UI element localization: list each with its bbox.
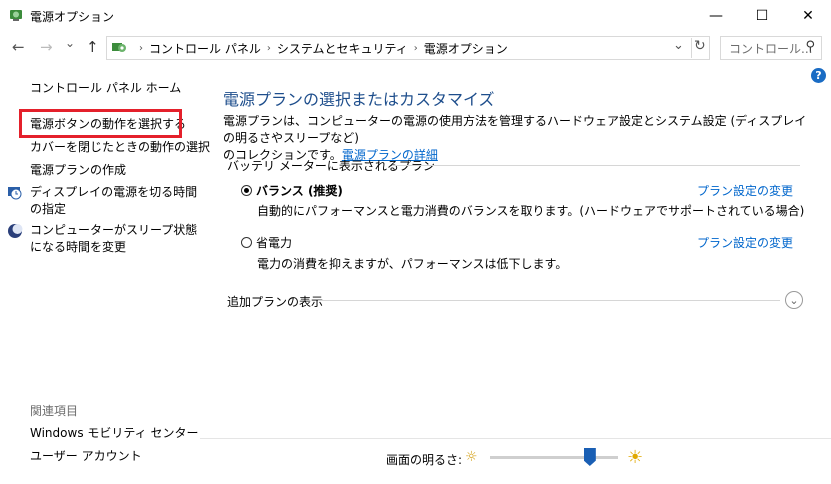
address-dropdown-icon[interactable]: ⌄ (673, 38, 684, 53)
help-icon[interactable]: ? (811, 68, 826, 83)
maximize-button[interactable]: ☐ (739, 0, 785, 31)
control-panel-icon (111, 39, 127, 55)
highlight-box (19, 109, 182, 138)
plan-name-balanced[interactable]: バランス (推奨) (256, 182, 343, 199)
forward-button[interactable]: → (40, 38, 53, 56)
title-bar: 電源オプション — ☐ ✕ (0, 0, 831, 31)
radio-dot (244, 188, 249, 193)
additional-plans-divider (318, 300, 780, 301)
close-button[interactable]: ✕ (785, 0, 831, 31)
plan-settings-link-power-saver[interactable]: プラン設定の変更 (697, 234, 793, 251)
section-divider (392, 165, 800, 166)
sidebar-item-lid-close[interactable]: カバーを閉じたときの動作の選択 (30, 139, 210, 156)
window-title: 電源オプション (30, 10, 115, 24)
brightness-slider-track[interactable] (490, 456, 618, 459)
additional-plans-header[interactable]: 追加プランの表示 (227, 293, 323, 310)
sidebar-item-display-off[interactable]: ディスプレイの電源を切る時間の指定 (30, 184, 200, 218)
divider (691, 38, 692, 58)
plan-name-power-saver[interactable]: 省電力 (256, 234, 292, 251)
breadcrumb-separator[interactable]: › (267, 43, 271, 54)
page-title: 電源プランの選択またはカスタマイズ (223, 90, 495, 109)
sidebar-item-create-plan[interactable]: 電源プランの作成 (30, 162, 126, 179)
power-options-icon (8, 7, 24, 23)
brightness-slider-thumb[interactable] (583, 448, 596, 466)
sleep-moon-icon (7, 223, 23, 239)
radio-balanced[interactable] (241, 185, 252, 196)
up-button[interactable]: ↑ (86, 38, 99, 56)
description-line1: 電源プランは、コンピューターの電源の使用方法を管理するハードウェア設定とシステム… (223, 114, 807, 145)
related-mobility-center[interactable]: Windows モビリティ センター (30, 425, 198, 442)
search-icon[interactable]: ⚲ (805, 39, 815, 54)
brightness-label: 画面の明るさ: (386, 453, 463, 467)
plan-desc-power-saver: 電力の消費を抑えますが、パフォーマンスは低下します。 (257, 257, 568, 271)
minimize-button[interactable]: — (693, 0, 739, 31)
back-button[interactable]: ← (12, 38, 25, 56)
related-user-accounts[interactable]: ユーザー アカウント (30, 448, 142, 465)
search-box[interactable]: コントロール... ⚲ (720, 36, 822, 60)
radio-power-saver[interactable] (241, 237, 252, 248)
expand-chevron-icon[interactable]: ⌄ (785, 291, 803, 309)
address-bar[interactable]: › コントロール パネル › システムとセキュリティ › 電源オプション ⌄ ↻ (106, 36, 710, 60)
control-panel-home-link[interactable]: コントロール パネル ホーム (30, 80, 181, 97)
breadcrumb-separator[interactable]: › (414, 43, 418, 54)
breadcrumb-control-panel[interactable]: コントロール パネル (149, 40, 261, 57)
brightness-bright-icon: ☀ (627, 447, 644, 468)
breadcrumb: › コントロール パネル › システムとセキュリティ › 電源オプション (139, 40, 508, 57)
breadcrumb-system-security[interactable]: システムとセキュリティ (277, 40, 408, 57)
recent-locations-dropdown[interactable]: ⌄ (65, 36, 75, 50)
refresh-icon[interactable]: ↻ (694, 38, 706, 54)
breadcrumb-power-options[interactable]: 電源オプション (424, 40, 508, 57)
search-input[interactable]: コントロール... (729, 40, 812, 57)
brightness-dim-icon: ☼ (465, 449, 478, 465)
related-header: 関連項目 (30, 404, 79, 418)
breadcrumb-separator: › (139, 43, 143, 54)
bottom-divider (200, 438, 831, 439)
sidebar-item-sleep-time[interactable]: コンピューターがスリープ状態になる時間を変更 (30, 222, 200, 256)
plan-settings-link-balanced[interactable]: プラン設定の変更 (697, 182, 793, 199)
display-clock-icon (7, 185, 23, 201)
plan-desc-balanced: 自動的にパフォーマンスと電力消費のバランスを取ります。(ハードウェアでサポートさ… (257, 204, 805, 218)
